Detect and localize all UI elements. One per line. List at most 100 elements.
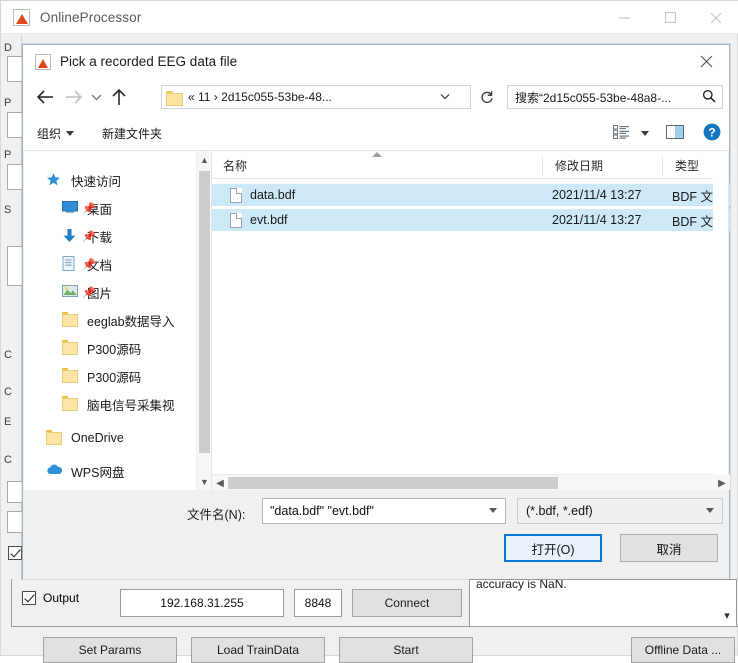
connect-button[interactable]: Connect — [352, 589, 462, 617]
output-checkbox[interactable] — [22, 591, 36, 605]
bottom-panel: Output 192.168.31.255 8848 Connect accur… — [7, 565, 738, 663]
sidebar-item-pictures[interactable]: 图片 📌 — [24, 279, 112, 305]
preview-pane-icon[interactable] — [666, 124, 684, 142]
pin-icon[interactable]: 📌 — [82, 230, 96, 243]
load-traindata-button[interactable]: Load TrainData — [191, 637, 325, 663]
pin-icon[interactable]: 📌 — [82, 286, 96, 299]
side-checkbox[interactable] — [8, 546, 22, 560]
sidebar-item-eeglab-import[interactable]: eeglab数据导入 — [24, 307, 175, 333]
filename-chevron-down-icon[interactable] — [489, 508, 497, 513]
sidebar-item-documents[interactable]: 文档 📌 — [24, 251, 112, 277]
column-divider[interactable] — [662, 156, 663, 174]
open-label: 打开(O) — [531, 542, 575, 557]
sidebar-scrollbar[interactable]: ▲ ▼ — [196, 151, 211, 491]
pin-icon[interactable]: 📌 — [82, 258, 96, 271]
organize-menu[interactable]: 组织 — [37, 125, 75, 142]
port-value: 8848 — [304, 596, 332, 610]
table-row[interactable]: evt.bdf 2021/11/4 13:27 BDF 文件 — [212, 209, 730, 231]
scroll-down-icon[interactable]: ▼ — [197, 473, 211, 491]
column-header-type[interactable]: 类型 — [664, 151, 699, 179]
side-field-4[interactable] — [7, 481, 23, 503]
ip-address-field[interactable]: 192.168.31.255 — [120, 589, 284, 617]
pin-icon[interactable]: 📌 — [82, 202, 96, 215]
file-list-vertical-scrollbar[interactable] — [713, 151, 728, 475]
search-icon[interactable] — [702, 89, 716, 106]
side-field-3[interactable] — [7, 246, 23, 286]
side-field-1[interactable] — [7, 112, 23, 138]
port-field[interactable]: 8848 — [294, 589, 342, 617]
side-field-2[interactable] — [7, 164, 23, 190]
address-chevron-down-icon[interactable] — [440, 92, 450, 103]
sidebar-item-onedrive[interactable]: OneDrive — [24, 425, 124, 451]
column-header-modified[interactable]: 修改日期 — [544, 151, 603, 179]
sidebar-item-eeg-acquisition-video[interactable]: 脑电信号采集视 — [24, 391, 175, 417]
side-field-0[interactable] — [7, 56, 23, 82]
side-label-7: C — [4, 454, 12, 466]
scroll-down-icon[interactable]: ▾ — [720, 608, 734, 622]
scroll-left-icon[interactable]: ◀ — [212, 475, 228, 491]
set-params-button[interactable]: Set Params — [43, 637, 177, 663]
scroll-right-icon[interactable]: ▶ — [714, 475, 730, 491]
sidebar-item-p300-source-1[interactable]: P300源码 — [24, 335, 141, 361]
scroll-up-icon[interactable]: ▲ — [197, 151, 211, 169]
refresh-icon[interactable] — [475, 85, 499, 109]
search-input[interactable]: 搜索“2d15c055-53be-48a8-... — [515, 89, 697, 106]
sidebar-item-label: 脑电信号采集视 — [87, 398, 175, 413]
start-label: Start — [393, 643, 419, 657]
folder-icon — [62, 312, 80, 328]
view-chevron-down-icon[interactable] — [641, 130, 649, 136]
file-icon — [230, 187, 242, 203]
file-list-horizontal-scrollbar[interactable]: ◀ ▶ — [212, 474, 730, 490]
app-titlebar: OnlineProcessor — [1, 1, 738, 34]
new-folder-button[interactable]: 新建文件夹 — [102, 125, 162, 142]
window-controls — [601, 1, 738, 34]
up-icon[interactable] — [105, 82, 133, 112]
column-divider[interactable] — [542, 156, 543, 174]
folder-icon — [166, 90, 183, 106]
column-header-name[interactable]: 名称 — [212, 151, 247, 179]
filter-chevron-down-icon[interactable] — [706, 508, 714, 513]
sidebar-item-quick-access[interactable]: 快速访问 — [24, 167, 121, 193]
table-row[interactable]: data.bdf 2021/11/4 13:27 BDF 文件 — [212, 184, 730, 206]
dialog-close-button[interactable] — [683, 45, 729, 78]
file-modified: 2021/11/4 13:27 — [552, 188, 642, 202]
folder-icon — [62, 368, 80, 384]
file-picker-dialog: Pick a recorded EEG data file « 11 › 2d1… — [22, 44, 730, 579]
offline-data-label: Offline Data ... — [644, 643, 722, 657]
help-icon[interactable]: ? — [703, 123, 721, 144]
maximize-button[interactable] — [647, 1, 693, 34]
log-output-box[interactable]: accuracy is NaN. ▾ — [469, 579, 737, 627]
open-button[interactable]: 打开(O) — [504, 534, 602, 562]
view-options-icon[interactable] — [613, 124, 630, 142]
address-bar[interactable]: « 11 › 2d15c055-53be-48... — [161, 85, 471, 109]
file-type-filter-combo[interactable]: (*.bdf, *.edf) — [517, 498, 723, 524]
sidebar-item-p300-source-2[interactable]: P300源码 — [24, 363, 141, 389]
matlab-icon — [13, 8, 30, 26]
minimize-button[interactable] — [601, 1, 647, 34]
start-button[interactable]: Start — [339, 637, 473, 663]
horizontal-scroll-thumb[interactable] — [228, 477, 558, 489]
recent-locations-chevron-down-icon[interactable] — [87, 82, 105, 112]
pictures-icon — [62, 284, 80, 300]
side-field-5[interactable] — [7, 511, 23, 533]
sidebar-item-desktop[interactable]: 桌面 📌 — [24, 195, 112, 221]
filename-input[interactable]: "data.bdf" "evt.bdf" — [262, 498, 506, 524]
load-traindata-label: Load TrainData — [216, 643, 300, 657]
file-name: evt.bdf — [250, 213, 288, 227]
navigation-sidebar: 快速访问 桌面 📌 下载 📌 文档 📌 图片 📌 eeglab数据导入 P300… — [24, 151, 212, 491]
sidebar-item-label: P300源码 — [87, 342, 142, 357]
cancel-button[interactable]: 取消 — [620, 534, 718, 562]
output-checkbox-row[interactable]: Output — [22, 591, 79, 605]
sidebar-item-downloads[interactable]: 下载 📌 — [24, 223, 112, 249]
close-button[interactable] — [693, 1, 738, 34]
sidebar-item-wps-cloud[interactable]: WPS网盘 — [24, 458, 124, 484]
folder-icon — [62, 396, 80, 412]
offline-data-button[interactable]: Offline Data ... — [631, 637, 735, 663]
svg-text:?: ? — [708, 125, 715, 139]
back-icon[interactable] — [31, 82, 59, 112]
connect-label: Connect — [384, 596, 430, 610]
sidebar-scroll-thumb[interactable] — [199, 171, 210, 453]
search-box[interactable]: 搜索“2d15c055-53be-48a8-... — [507, 85, 723, 109]
dialog-footer: 文件名(N): "data.bdf" "evt.bdf" (*.bdf, *.e… — [23, 490, 729, 579]
forward-icon[interactable] — [59, 82, 87, 112]
